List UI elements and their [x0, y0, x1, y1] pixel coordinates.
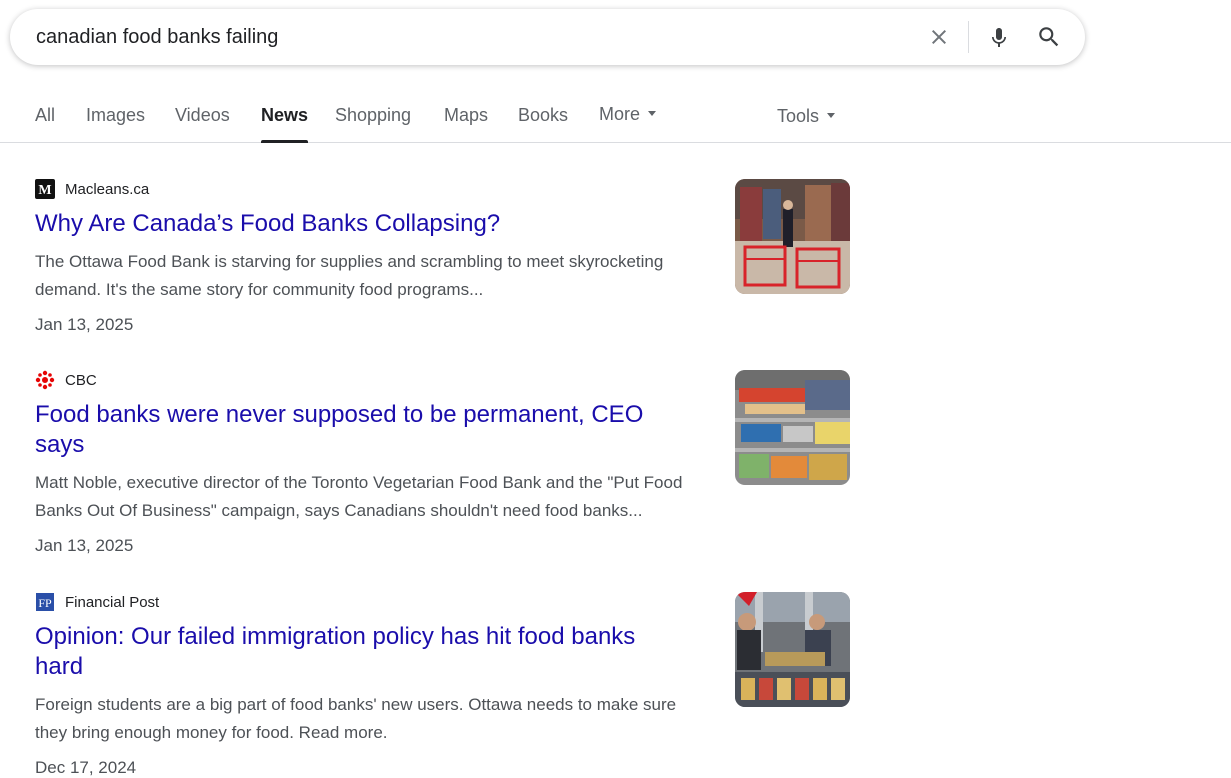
- tab-label: More: [599, 104, 641, 124]
- search-bar: [10, 9, 1085, 65]
- result-source[interactable]: CBC: [35, 370, 97, 390]
- close-icon: [932, 30, 946, 44]
- search-icon: [1039, 27, 1059, 47]
- tools-label: Tools: [777, 106, 820, 126]
- tab-books[interactable]: Books: [518, 105, 568, 143]
- chevron-down-icon: [827, 113, 836, 119]
- tab-label: News: [261, 105, 309, 125]
- tools-button[interactable]: Tools: [777, 106, 836, 144]
- grocery-shelves-image: [735, 370, 850, 485]
- source-name: Financial Post: [65, 593, 160, 611]
- tab-label: Videos: [175, 105, 230, 125]
- tab-news[interactable]: News: [261, 105, 309, 143]
- result-date: Dec 17, 2024: [35, 758, 137, 777]
- tab-more[interactable]: More: [599, 104, 657, 142]
- snippet-line: Foreign students are a big part of food …: [35, 695, 677, 714]
- source-name: Macleans.ca: [65, 180, 150, 198]
- snippet-line: Matt Noble, executive director of the To…: [35, 473, 683, 492]
- result-title-link[interactable]: Opinion: Our failed immigration policy h…: [35, 622, 715, 682]
- snippet-line: Banks Out Of Business" campaign, says Ca…: [35, 501, 643, 520]
- tab-label: All: [35, 105, 56, 125]
- tab-label: Shopping: [335, 105, 412, 125]
- tab-maps[interactable]: Maps: [444, 105, 488, 143]
- result-source[interactable]: M Macleans.ca: [35, 179, 149, 199]
- search-button[interactable]: [1031, 19, 1067, 55]
- result-title-link[interactable]: Food banks were never supposed to be per…: [35, 400, 715, 460]
- result-date: Jan 13, 2025: [35, 315, 134, 334]
- tab-label: Maps: [444, 105, 489, 125]
- snippet-line: The Ottawa Food Bank is starving for sup…: [35, 252, 664, 271]
- cbc-gem-icon: [35, 370, 55, 390]
- result-thumbnail[interactable]: [735, 370, 850, 485]
- search-input[interactable]: [36, 22, 896, 52]
- tab-label: Books: [518, 105, 569, 125]
- tab-shopping[interactable]: Shopping: [335, 105, 411, 143]
- chevron-down-icon: [648, 111, 657, 117]
- svg-text:M: M: [38, 183, 51, 198]
- search-tabs: All Images Videos News Shopping Maps Boo…: [0, 96, 1231, 143]
- food-bank-warehouse-image: [735, 179, 850, 294]
- result-snippet: Matt Noble, executive director of the To…: [35, 469, 715, 525]
- tab-all[interactable]: All: [35, 105, 55, 143]
- voice-search-button[interactable]: [981, 19, 1017, 55]
- result-thumbnail[interactable]: [735, 592, 850, 707]
- title-line: says: [35, 431, 85, 458]
- microphone-icon: [992, 28, 1006, 47]
- title-line: hard: [35, 653, 84, 680]
- source-name: CBC: [65, 371, 97, 389]
- result-date: Jan 13, 2025: [35, 536, 134, 555]
- svg-text:FP: FP: [38, 596, 52, 610]
- result-snippet: The Ottawa Food Bank is starving for sup…: [35, 248, 715, 304]
- snippet-line: they bring enough money for food. Read m…: [35, 723, 388, 742]
- search-bar-divider: [968, 21, 969, 53]
- result-source[interactable]: FP Financial Post: [35, 592, 159, 612]
- clear-search-button[interactable]: [921, 19, 957, 55]
- tab-images[interactable]: Images: [86, 105, 145, 143]
- result-thumbnail[interactable]: [735, 179, 850, 294]
- food-bank-volunteers-image: [735, 592, 850, 707]
- tab-videos[interactable]: Videos: [175, 105, 230, 143]
- macleans-m-icon: M: [35, 179, 55, 199]
- result-title-link[interactable]: Why Are Canada’s Food Banks Collapsing?: [35, 209, 715, 239]
- result-snippet: Foreign students are a big part of food …: [35, 691, 715, 747]
- title-line: Opinion: Our failed immigration policy h…: [35, 623, 636, 650]
- tab-label: Images: [86, 105, 146, 125]
- fp-icon: FP: [35, 592, 55, 612]
- snippet-line: demand. It's the same story for communit…: [35, 280, 484, 299]
- title-line: Food banks were never supposed to be per…: [35, 401, 644, 428]
